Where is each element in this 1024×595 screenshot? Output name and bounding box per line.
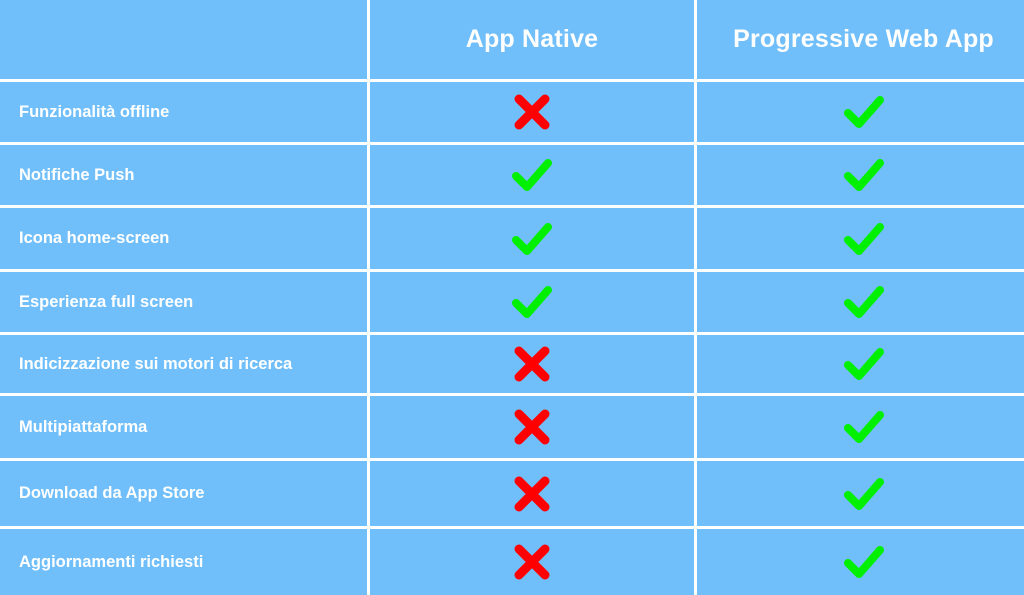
cell-pwa — [697, 145, 1024, 205]
cell-pwa — [697, 82, 1024, 142]
row-label: Funzionalità offline — [0, 82, 367, 142]
check-icon — [841, 152, 887, 198]
cell-native — [370, 529, 694, 595]
cross-icon — [509, 471, 555, 517]
cell-native — [370, 145, 694, 205]
cell-native — [370, 461, 694, 526]
row-label: Aggiornamenti richiesti — [0, 529, 367, 595]
check-icon — [841, 539, 887, 585]
check-icon — [841, 216, 887, 262]
cross-icon — [509, 404, 555, 450]
cell-pwa — [697, 396, 1024, 458]
cell-pwa — [697, 461, 1024, 526]
check-icon — [841, 341, 887, 387]
check-icon — [841, 471, 887, 517]
cross-icon — [509, 341, 555, 387]
row-label: Notifiche Push — [0, 145, 367, 205]
comparison-table: App Native Progressive Web App Funzional… — [0, 0, 1024, 595]
check-icon — [841, 404, 887, 450]
check-icon — [509, 152, 555, 198]
check-icon — [841, 279, 887, 325]
corner-header — [0, 0, 367, 79]
cell-native — [370, 396, 694, 458]
cell-native — [370, 208, 694, 269]
row-label: Indicizzazione sui motori di ricerca — [0, 335, 367, 393]
cell-pwa — [697, 335, 1024, 393]
cross-icon — [509, 539, 555, 585]
cross-icon — [509, 89, 555, 135]
cell-native — [370, 272, 694, 332]
cell-native — [370, 82, 694, 142]
check-icon — [509, 216, 555, 262]
cell-pwa — [697, 272, 1024, 332]
check-icon — [841, 89, 887, 135]
cell-pwa — [697, 529, 1024, 595]
check-icon — [509, 279, 555, 325]
cell-pwa — [697, 208, 1024, 269]
row-label: Esperienza full screen — [0, 272, 367, 332]
row-label: Multipiattaforma — [0, 396, 367, 458]
column-header-pwa: Progressive Web App — [697, 0, 1024, 79]
column-header-native: App Native — [370, 0, 694, 79]
row-label: Icona home-screen — [0, 208, 367, 269]
cell-native — [370, 335, 694, 393]
row-label: Download da App Store — [0, 461, 367, 526]
